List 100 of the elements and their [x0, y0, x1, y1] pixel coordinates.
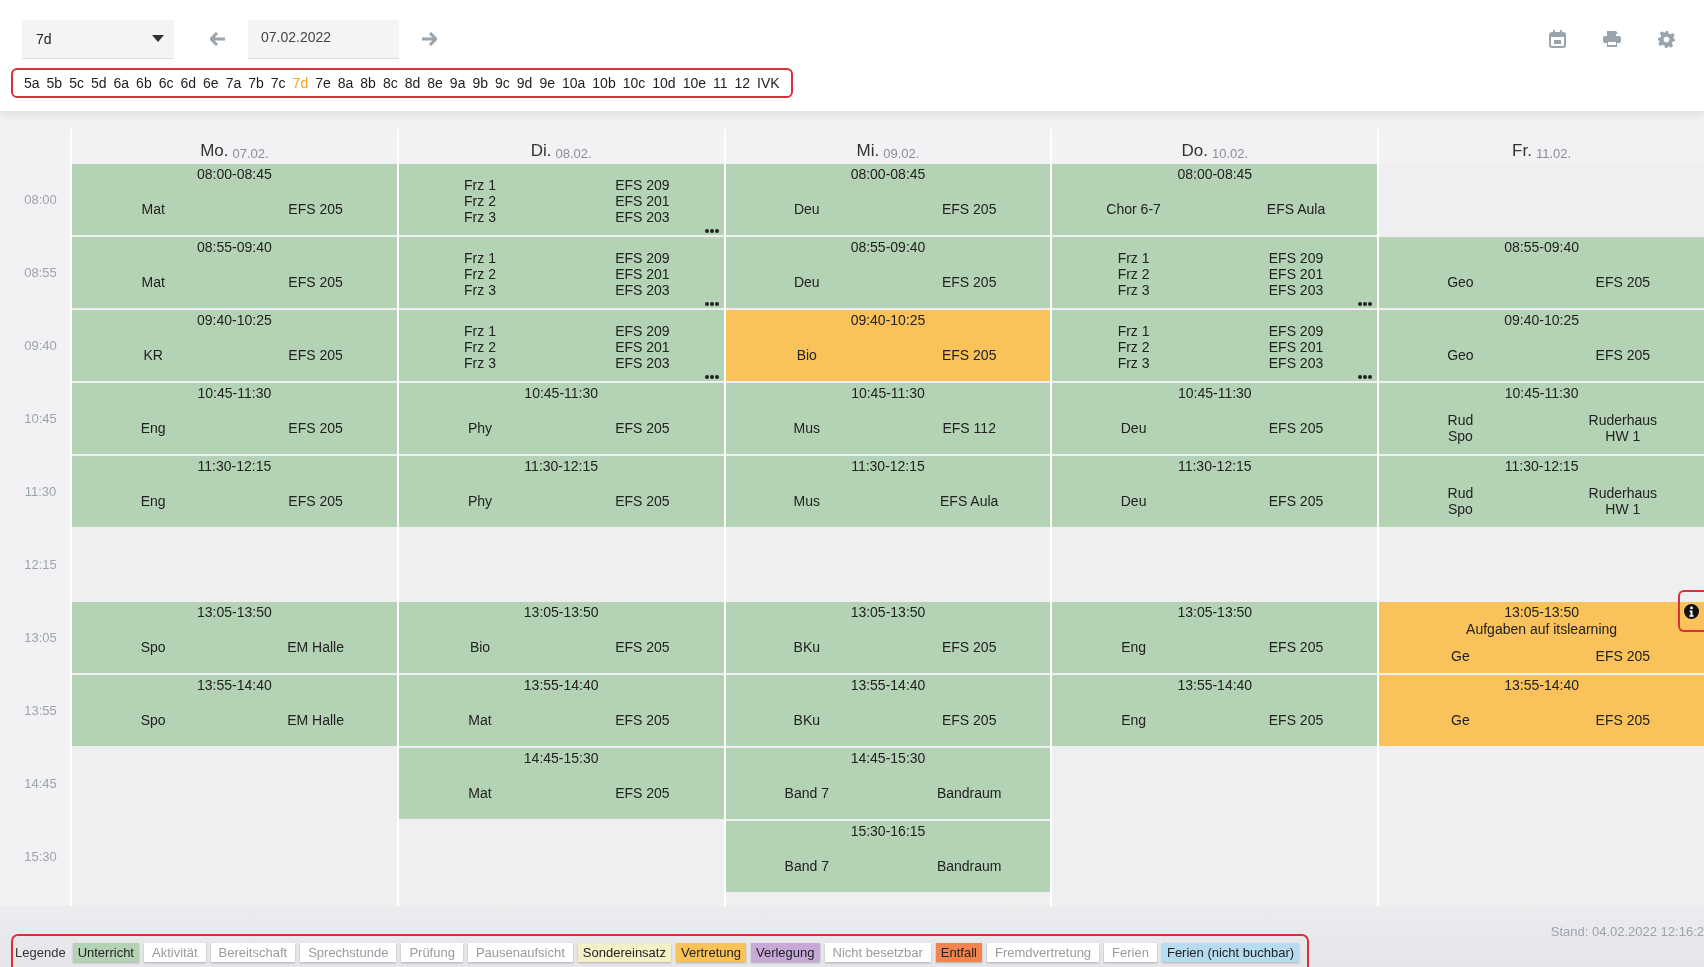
lesson-card[interactable]: 11:30-12:15 Phy EFS 205 — [398, 456, 724, 527]
lesson-card[interactable]: 13:55-14:40 Eng EFS 205 — [1052, 675, 1378, 746]
class-link[interactable]: 7b — [248, 75, 264, 91]
lesson-card[interactable]: 10:45-11:30 Rud Ruderhaus Spo HW 1 — [1379, 383, 1704, 454]
class-link[interactable]: 8c — [382, 75, 398, 91]
lesson-time: 08:00-08:45 — [1177, 166, 1253, 183]
room-label: EFS 205 — [1268, 493, 1324, 509]
lesson-card[interactable]: Frz 1 EFS 209 Frz 2 EFS 201 Frz 3 EFS 203 — [398, 310, 724, 381]
more-icon[interactable] — [704, 375, 719, 379]
class-select[interactable]: 7d — [22, 19, 174, 59]
room-label: EFS 112 — [942, 420, 996, 436]
class-link[interactable]: 5b — [46, 75, 63, 91]
class-link[interactable]: 9c — [495, 75, 510, 91]
subject-label: Frz 2 — [464, 338, 496, 355]
lesson-time: 13:05-13:50 — [1504, 604, 1579, 621]
lesson-card[interactable]: 10:45-11:30 Deu EFS 205 — [1052, 383, 1378, 454]
lesson-card[interactable]: 15:30-16:15 Band 7 Bandraum — [725, 821, 1051, 892]
lesson-card[interactable]: 10:45-11:30 Phy EFS 205 — [398, 383, 724, 454]
class-link[interactable]: 10b — [592, 75, 616, 91]
class-link[interactable]: 8d — [404, 75, 421, 91]
class-link[interactable]: 6c — [158, 75, 174, 91]
more-icon[interactable] — [704, 302, 719, 306]
lesson-card[interactable]: 08:55-09:40 Mat EFS 205 — [72, 237, 397, 308]
lesson-card[interactable]: 11:30-12:15 Mus EFS Aula — [725, 456, 1051, 527]
more-icon[interactable] — [704, 229, 719, 233]
lesson-card[interactable]: 13:05-13:50 Bio EFS 205 — [398, 602, 724, 673]
class-link[interactable]: 8e — [427, 75, 443, 91]
lesson-card[interactable]: 13:55-14:40 Ge EFS 205 — [1379, 675, 1704, 746]
lesson-card[interactable]: 13:05-13:50 Spo EM Halle — [72, 602, 397, 673]
subject-label: Mus — [793, 493, 820, 509]
lesson-card[interactable]: Frz 1 EFS 209 Frz 2 EFS 201 Frz 3 EFS 203 — [1052, 237, 1378, 308]
subject-label: Band 7 — [784, 785, 829, 801]
class-link[interactable]: 7e — [315, 75, 331, 91]
class-link[interactable]: 9d — [516, 75, 533, 91]
lesson-card[interactable]: Frz 1 EFS 209 Frz 2 EFS 201 Frz 3 EFS 203 — [1052, 310, 1378, 381]
lesson-card[interactable]: 13:55-14:40 Spo EM Halle — [72, 675, 397, 746]
lesson-card[interactable]: 14:45-15:30 Mat EFS 205 — [398, 748, 724, 819]
class-link[interactable]: 7c — [270, 75, 286, 91]
lesson-card[interactable]: 10:45-11:30 Eng EFS 205 — [72, 383, 397, 454]
lesson-card[interactable]: Frz 1 EFS 209 Frz 2 EFS 201 Frz 3 EFS 203 — [398, 164, 724, 235]
lesson-card[interactable]: 09:40-10:25 Bio EFS 205 — [725, 310, 1051, 381]
class-link[interactable]: 5a — [24, 75, 40, 91]
legend-chip: Ferien (nicht buchbar) — [1161, 943, 1300, 962]
lesson-card[interactable]: 13:05-13:50 Aufgaben auf itslearning Ge EFS 205 — [1379, 602, 1704, 673]
lesson-time: 10:45-11:30 — [1177, 385, 1252, 402]
class-link[interactable]: 6e — [203, 75, 219, 91]
lesson-time: 13:55-14:40 — [1504, 677, 1579, 694]
class-link[interactable]: 11 — [713, 75, 728, 91]
subject-label: Ge — [1451, 647, 1470, 664]
lesson-card[interactable]: 10:45-11:30 Mus EFS 112 — [725, 383, 1051, 454]
lesson-card[interactable]: 09:40-10:25 Geo EFS 205 — [1379, 310, 1704, 381]
class-link[interactable]: 10d — [652, 75, 676, 91]
legend-title: Legende — [15, 945, 66, 960]
subject-label: Frz 3 — [1117, 281, 1150, 298]
info-icon[interactable] — [1684, 603, 1700, 619]
class-link[interactable]: 10a — [561, 75, 586, 91]
subject-label: Mat — [141, 201, 165, 217]
class-link[interactable]: 8b — [360, 75, 376, 91]
lesson-card[interactable]: 11:30-12:15 Deu EFS 205 — [1052, 456, 1378, 527]
subject-label: BKu — [793, 639, 821, 655]
subject-label: Rud — [1447, 485, 1474, 501]
date-field[interactable]: 07.02.2022 — [248, 19, 399, 59]
class-link[interactable]: 10e — [682, 75, 706, 91]
lesson-card[interactable]: 08:55-09:40 Deu EFS 205 — [725, 237, 1051, 308]
class-link[interactable]: 8a — [337, 75, 354, 91]
lesson-card[interactable]: Frz 1 EFS 209 Frz 2 EFS 201 Frz 3 EFS 203 — [398, 237, 724, 308]
lesson-time: 10:45-11:30 — [1504, 385, 1579, 402]
class-link[interactable]: 9e — [539, 75, 555, 91]
class-link[interactable]: 12 — [734, 75, 751, 91]
lesson-card[interactable]: 11:30-12:15 Rud Ruderhaus Spo HW 1 — [1379, 456, 1704, 527]
class-link[interactable]: 6b — [136, 75, 152, 91]
class-link[interactable]: 5c — [69, 75, 84, 91]
class-link[interactable]: 7a — [225, 75, 242, 91]
room-label: EM Halle — [287, 712, 344, 728]
class-link[interactable]: 6d — [180, 75, 197, 91]
class-link[interactable]: 9a — [449, 75, 466, 91]
lesson-time: 13:55-14:40 — [197, 677, 272, 694]
day-name: Di. — [530, 141, 552, 161]
lesson-card[interactable]: 08:00-08:45 Deu EFS 205 — [725, 164, 1051, 235]
room-label: EFS 203 — [1268, 354, 1324, 371]
class-link[interactable]: 9b — [472, 75, 488, 91]
lesson-card[interactable]: 13:55-14:40 BKu EFS 205 — [725, 675, 1051, 746]
lesson-card[interactable]: 13:55-14:40 Mat EFS 205 — [398, 675, 724, 746]
more-icon[interactable] — [1358, 375, 1373, 379]
lesson-card[interactable]: 13:05-13:50 BKu EFS 205 — [725, 602, 1051, 673]
class-link[interactable]: 6a — [113, 75, 130, 91]
room-label: EFS 209 — [615, 176, 670, 193]
lesson-card[interactable]: 11:30-12:15 Eng EFS 205 — [72, 456, 397, 527]
class-link[interactable]: 10c — [622, 75, 646, 91]
class-link[interactable]: IVK — [757, 75, 780, 91]
subject-label: Deu — [1120, 420, 1147, 436]
lesson-card[interactable]: 09:40-10:25 KR EFS 205 — [72, 310, 397, 381]
lesson-card[interactable]: 08:55-09:40 Geo EFS 205 — [1379, 237, 1704, 308]
more-icon[interactable] — [1358, 302, 1373, 306]
lesson-card[interactable]: 13:05-13:50 Eng EFS 205 — [1052, 602, 1378, 673]
day-date: 07.02. — [232, 146, 269, 161]
lesson-card[interactable]: 08:00-08:45 Chor 6-7 EFS Aula — [1052, 164, 1378, 235]
class-link[interactable]: 5d — [90, 75, 107, 91]
lesson-card[interactable]: 14:45-15:30 Band 7 Bandraum — [725, 748, 1051, 819]
lesson-card[interactable]: 08:00-08:45 Mat EFS 205 — [72, 164, 397, 235]
